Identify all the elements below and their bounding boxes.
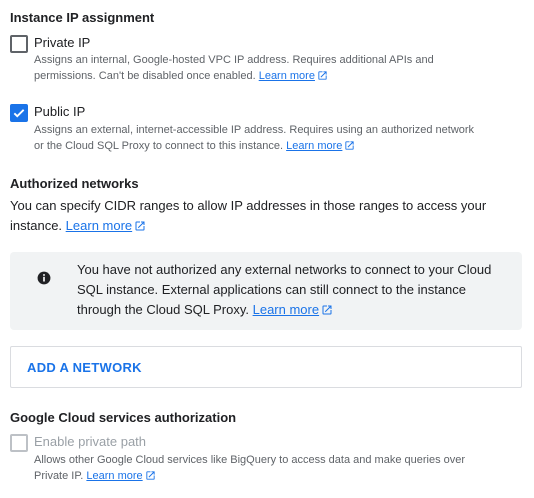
public-ip-learn-more-link[interactable]: Learn more xyxy=(286,140,355,152)
external-link-icon xyxy=(135,221,145,231)
info-banner-text: You have not authorized any external net… xyxy=(77,260,497,320)
info-learn-more-link[interactable]: Learn more xyxy=(253,302,333,317)
private-ip-desc-line2: permissions. Can't be disabled once enab… xyxy=(34,70,256,82)
private-path-label[interactable]: Enable private path xyxy=(34,434,146,449)
external-link-icon xyxy=(146,471,155,480)
public-ip-description: Assigns an external, internet-accessible… xyxy=(34,122,524,154)
add-network-button[interactable]: ADD A NETWORK xyxy=(10,346,522,388)
private-ip-checkbox[interactable] xyxy=(10,35,28,53)
private-path-learn-more-link[interactable]: Learn more xyxy=(86,470,155,482)
public-ip-desc-line2: or the Cloud SQL Proxy to connect to thi… xyxy=(34,140,284,152)
public-ip-label[interactable]: Public IP xyxy=(34,104,85,119)
gcs-authorization-heading: Google Cloud services authorization xyxy=(10,410,237,425)
info-banner: You have not authorized any external net… xyxy=(10,252,522,330)
instance-ip-heading: Instance IP assignment xyxy=(10,10,155,25)
authorized-networks-desc-line1: You can specify CIDR ranges to allow IP … xyxy=(10,198,487,213)
external-link-icon xyxy=(318,71,327,80)
private-ip-label[interactable]: Private IP xyxy=(34,35,90,50)
info-line2: SQL instance. External applications can … xyxy=(77,282,467,297)
authorized-networks-desc-line2: instance. xyxy=(10,218,63,233)
checkmark-icon xyxy=(13,109,25,118)
public-ip-checkbox[interactable] xyxy=(10,104,28,122)
info-line1: You have not authorized any external net… xyxy=(77,262,492,277)
private-ip-learn-more-link[interactable]: Learn more xyxy=(259,70,328,82)
public-ip-desc-line1: Assigns an external, internet-accessible… xyxy=(34,124,475,136)
authorized-networks-heading: Authorized networks xyxy=(10,176,139,191)
authorized-networks-learn-more-link[interactable]: Learn more xyxy=(66,218,146,233)
external-link-icon xyxy=(322,305,332,315)
add-network-label[interactable]: ADD A NETWORK xyxy=(27,360,142,375)
private-path-description: Allows other Google Cloud services like … xyxy=(34,452,524,484)
private-ip-desc-line1: Assigns an internal, Google-hosted VPC I… xyxy=(34,54,434,66)
private-path-desc-line1: Allows other Google Cloud services like … xyxy=(34,454,466,466)
private-path-desc-line2: Private IP. xyxy=(34,470,84,482)
external-link-icon xyxy=(345,141,355,150)
authorized-networks-description: You can specify CIDR ranges to allow IP … xyxy=(10,196,510,236)
private-path-checkbox[interactable] xyxy=(10,434,28,452)
private-ip-description: Assigns an internal, Google-hosted VPC I… xyxy=(34,52,524,84)
info-line3: through the Cloud SQL Proxy. xyxy=(77,302,249,317)
info-icon xyxy=(37,271,51,285)
